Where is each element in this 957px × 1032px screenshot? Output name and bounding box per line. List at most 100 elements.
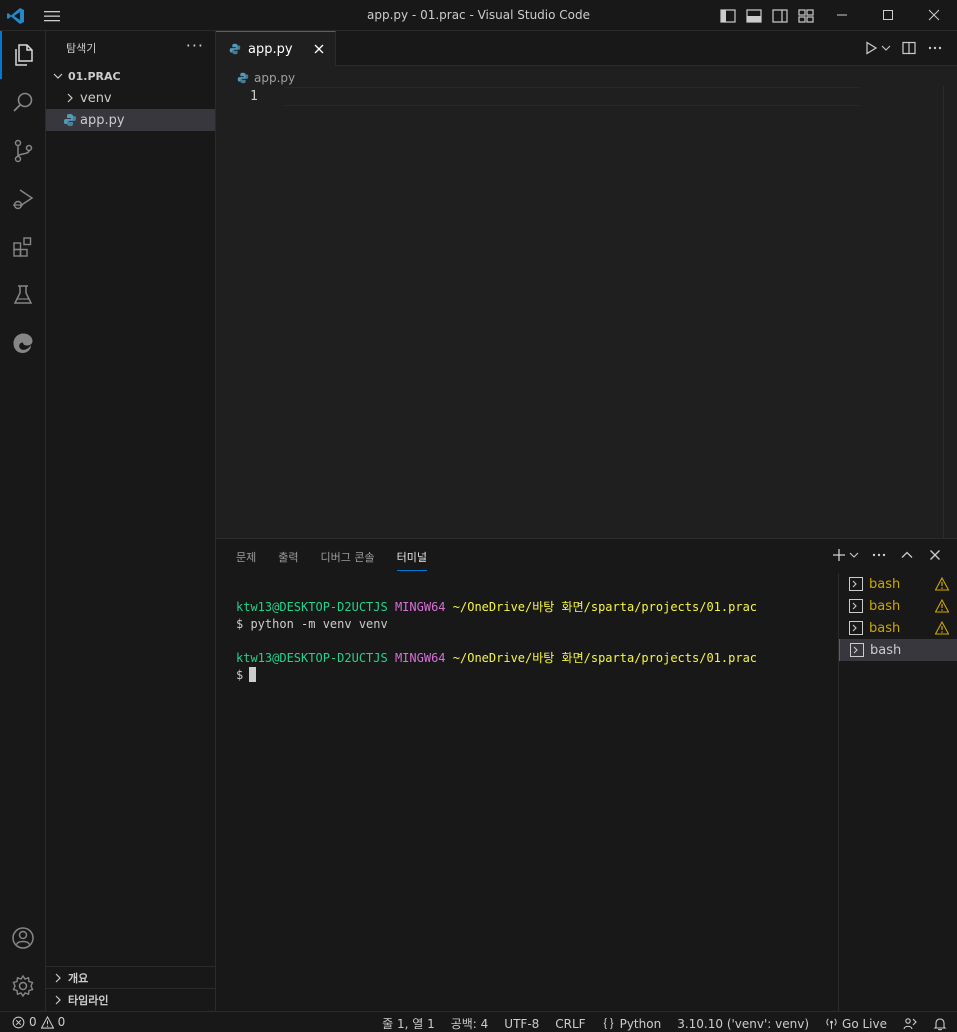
- breadcrumb-item[interactable]: app.py: [254, 71, 295, 85]
- terminal-host: MINGW64: [394, 600, 446, 614]
- settings-gear-icon[interactable]: [0, 962, 46, 1010]
- extensions-icon[interactable]: [0, 223, 46, 271]
- search-icon[interactable]: [0, 79, 46, 127]
- vscode-logo-icon[interactable]: [6, 6, 26, 26]
- breadcrumb: app.py: [236, 69, 295, 87]
- explorer-icon[interactable]: [0, 31, 46, 79]
- indentation[interactable]: 공백: 4: [451, 1015, 489, 1032]
- timeline-section[interactable]: 타임라인: [46, 988, 215, 1010]
- testing-flask-icon[interactable]: [0, 271, 46, 319]
- terminal-profile-chevron-icon[interactable]: [849, 547, 859, 563]
- tree-item-label: venv: [80, 90, 112, 106]
- terminal-tabs-list: bash bash bash bash: [838, 573, 957, 1011]
- terminal-output[interactable]: ktw13@DESKTOP-D2UCTJS MINGW64 ~/OneDrive…: [236, 599, 757, 684]
- explorer-sidebar: 탐색기 ··· 01.PRAC venv app.py 개요 타임라인: [46, 31, 216, 1011]
- editor-tabs-bar: app.py: [216, 31, 957, 66]
- terminal-instance-bash-3[interactable]: bash: [839, 617, 957, 639]
- customize-layout-icon[interactable]: [796, 6, 816, 26]
- warning-icon: [934, 598, 950, 613]
- python-file-icon: [228, 42, 242, 56]
- error-icon: [12, 1016, 25, 1029]
- terminal-label: bash: [870, 642, 902, 658]
- tab-terminal[interactable]: 터미널: [396, 549, 427, 571]
- terminal-label: bash: [869, 576, 901, 592]
- tab-problems[interactable]: 문제: [236, 549, 256, 571]
- line-number: 1: [250, 89, 258, 104]
- python-file-icon: [236, 71, 250, 85]
- tree-item-app-py[interactable]: app.py: [46, 109, 215, 131]
- chevron-right-icon: [50, 992, 66, 1008]
- python-interpreter[interactable]: 3.10.10 ('venv': venv): [677, 1017, 809, 1031]
- terminal-line: ktw13@DESKTOP-D2UCTJS MINGW64 ~/OneDrive…: [236, 599, 757, 616]
- tab-output[interactable]: 출력: [278, 549, 298, 571]
- end-of-line[interactable]: CRLF: [555, 1017, 585, 1031]
- new-terminal-plus-icon[interactable]: [831, 547, 847, 563]
- terminal-line: $ python -m venv venv: [236, 617, 388, 631]
- terminal-instance-bash-4[interactable]: bash: [839, 639, 957, 661]
- toggle-panel-icon[interactable]: [744, 6, 764, 26]
- run-debug-icon[interactable]: [0, 175, 46, 223]
- close-panel-icon[interactable]: [927, 547, 943, 563]
- go-live-label: Go Live: [842, 1016, 887, 1031]
- encoding[interactable]: UTF-8: [504, 1017, 539, 1031]
- go-live-button[interactable]: Go Live: [825, 1017, 887, 1031]
- terminal-prompt: $: [236, 668, 244, 682]
- warning-icon: [40, 1015, 55, 1029]
- broadcast-icon: [825, 1017, 838, 1030]
- terminal-path: ~/OneDrive/바탕 화면/sparta/projects/01.prac: [452, 651, 758, 665]
- panel-more-actions-icon[interactable]: [871, 547, 887, 563]
- run-python-file-icon[interactable]: [863, 40, 879, 56]
- run-dropdown-chevron-icon[interactable]: [881, 40, 891, 56]
- python-file-icon: [62, 112, 78, 128]
- minimize-icon[interactable]: [819, 0, 865, 30]
- tree-item-label: app.py: [80, 112, 125, 128]
- close-window-icon[interactable]: [911, 0, 957, 30]
- maximize-icon[interactable]: [865, 0, 911, 30]
- hamburger-menu-icon[interactable]: [42, 7, 62, 25]
- split-editor-icon[interactable]: [901, 40, 917, 56]
- accounts-icon[interactable]: [0, 914, 46, 962]
- close-tab-icon[interactable]: [311, 41, 327, 57]
- terminal-instance-bash-2[interactable]: bash: [839, 595, 957, 617]
- title-bar: app.py - 01.prac - Visual Studio Code: [0, 0, 957, 31]
- activity-bar: [0, 31, 46, 1011]
- current-line-highlight: [284, 87, 860, 106]
- tab-app-py[interactable]: app.py: [216, 31, 336, 66]
- outline-section[interactable]: 개요: [46, 966, 215, 988]
- terminal-icon: [850, 643, 864, 657]
- workspace-folder-01-prac[interactable]: 01.PRAC: [46, 65, 215, 87]
- feedback-person-icon[interactable]: [903, 1017, 917, 1031]
- explorer-header: 탐색기 ···: [46, 31, 216, 64]
- terminal-label: bash: [869, 620, 901, 636]
- toggle-primary-sidebar-icon[interactable]: [718, 6, 738, 26]
- edge-devtools-icon[interactable]: [0, 319, 46, 367]
- code-editor[interactable]: app.py 1: [216, 66, 957, 538]
- tree-item-venv[interactable]: venv: [46, 87, 215, 109]
- terminal-user: ktw13@DESKTOP-D2UCTJS: [236, 600, 388, 614]
- warning-icon: [934, 620, 950, 635]
- terminal-instance-bash-1[interactable]: bash: [839, 573, 957, 595]
- terminal-user: ktw13@DESKTOP-D2UCTJS: [236, 651, 388, 665]
- tab-debug-console[interactable]: 디버그 콘솔: [321, 549, 375, 571]
- terminal-icon: [849, 599, 863, 613]
- terminal-line: ktw13@DESKTOP-D2UCTJS MINGW64 ~/OneDrive…: [236, 650, 757, 667]
- terminal-icon: [849, 577, 863, 591]
- source-control-icon[interactable]: [0, 127, 46, 175]
- warning-count: 0: [57, 1015, 66, 1029]
- timeline-label: 타임라인: [68, 993, 109, 1007]
- terminal-cursor: [249, 667, 257, 682]
- maximize-panel-chevron-up-icon[interactable]: [899, 547, 915, 563]
- notifications-bell-icon[interactable]: [933, 1017, 947, 1031]
- editor-more-actions-icon[interactable]: [927, 40, 943, 56]
- chevron-right-icon: [62, 90, 78, 106]
- minimap[interactable]: [943, 86, 957, 538]
- language-mode[interactable]: Python: [602, 1017, 661, 1031]
- explorer-title: 탐색기: [66, 42, 97, 55]
- problems-status[interactable]: 0 0: [12, 1015, 65, 1029]
- braces-icon: [602, 1017, 615, 1030]
- cursor-position[interactable]: 줄 1, 열 1: [382, 1015, 435, 1032]
- terminal-label: bash: [869, 598, 901, 614]
- explorer-more-actions-icon[interactable]: ···: [186, 36, 204, 55]
- tab-label: app.py: [248, 41, 293, 57]
- toggle-secondary-sidebar-icon[interactable]: [770, 6, 790, 26]
